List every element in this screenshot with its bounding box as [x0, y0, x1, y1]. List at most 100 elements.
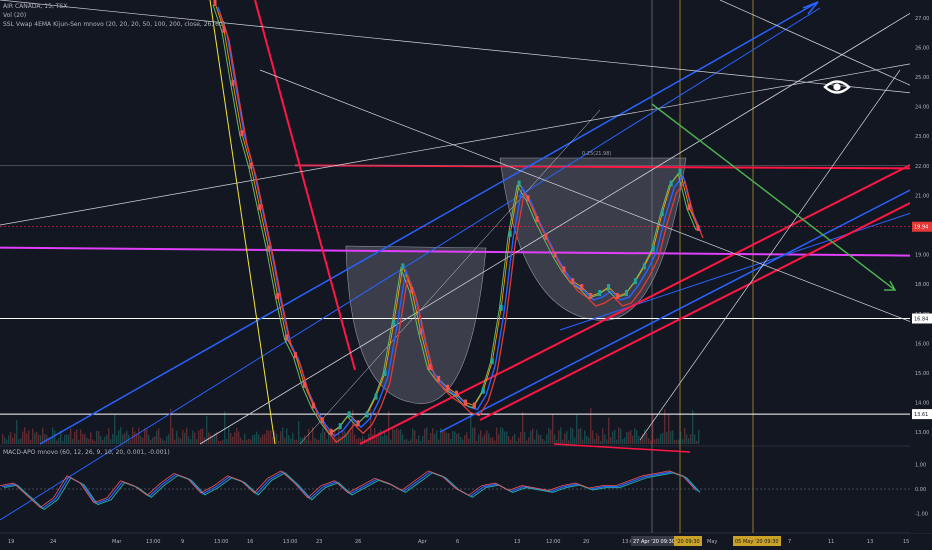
price-tick-11: 16.00 — [915, 341, 929, 347]
volume-bar — [174, 439, 176, 444]
time-tick-0: 19 — [8, 539, 14, 545]
volume-bar — [178, 437, 180, 444]
volume-bar — [474, 427, 476, 444]
candle-16 — [356, 420, 360, 427]
volume-bar — [436, 430, 438, 444]
volume-bar — [322, 427, 324, 444]
volume-bar — [496, 427, 498, 444]
volume-bar — [532, 428, 534, 444]
volume-bar — [400, 429, 402, 444]
volume-bar — [598, 435, 600, 444]
time-tick-9: 26 — [355, 539, 361, 545]
candle-39 — [562, 266, 566, 273]
volume-bar — [520, 431, 522, 444]
volume-bar — [18, 439, 20, 444]
volume-bar — [154, 436, 156, 444]
volume-bar — [470, 414, 472, 444]
volume-bar — [418, 435, 420, 444]
volume-bar — [682, 439, 684, 444]
volume-bar — [28, 430, 30, 444]
volume-bar — [526, 440, 528, 444]
volume-bar — [272, 437, 274, 444]
volume-bar — [132, 427, 134, 444]
volume-bar — [82, 434, 84, 444]
volume-bar — [404, 439, 406, 444]
candle-48 — [642, 263, 646, 270]
volume-bar — [100, 435, 102, 444]
volume-bar — [310, 440, 312, 444]
volume-bar — [394, 429, 396, 444]
candle-26 — [446, 384, 450, 391]
candle-3 — [240, 130, 244, 137]
candle-50 — [660, 210, 664, 217]
candle-24 — [428, 364, 432, 371]
candle-13 — [329, 429, 333, 436]
volume-legend: Vol (20) — [3, 12, 27, 19]
volume-bar — [678, 439, 680, 444]
volume-bar — [256, 431, 258, 444]
volume-bar — [252, 435, 254, 444]
price-tick-3: 24.00 — [915, 105, 929, 111]
volume-bar — [316, 439, 318, 444]
time-tick-10: Apr — [418, 539, 428, 545]
volume-bar — [534, 439, 536, 444]
volume-bar — [414, 430, 416, 444]
volume-bar — [398, 429, 400, 444]
volume-bar — [422, 436, 424, 444]
candle-19 — [383, 369, 387, 376]
price-chart[interactable]: 27.0026.0025.0024.0023.0022.0021.0020.00… — [0, 0, 932, 550]
volume-bar — [26, 433, 28, 444]
candle-17 — [365, 411, 369, 418]
volume-bar — [86, 437, 88, 444]
volume-bar — [156, 430, 158, 444]
volume-bar — [286, 428, 288, 444]
volume-bar — [262, 434, 264, 444]
volume-bar — [108, 428, 110, 444]
volume-bar — [290, 438, 292, 444]
volume-bar — [452, 431, 454, 444]
volume-bar — [276, 434, 278, 444]
candle-33 — [508, 230, 512, 237]
candle-49 — [651, 245, 655, 252]
volume-bar — [440, 427, 442, 444]
time-tick-8: 23 — [316, 539, 322, 545]
candle-44 — [607, 284, 611, 291]
volume-bar — [332, 438, 334, 444]
volume-bar — [442, 431, 444, 444]
volume-bar — [458, 433, 460, 444]
price-tick-9: 18.00 — [915, 282, 929, 288]
volume-bar — [592, 430, 594, 444]
volume-bar — [220, 440, 222, 444]
volume-bar — [482, 436, 484, 444]
volume-bar — [166, 436, 168, 444]
volume-bar — [498, 434, 500, 444]
candle-20 — [392, 319, 396, 326]
candle-54 — [696, 224, 700, 231]
volume-bar — [688, 438, 690, 444]
volume-bar — [146, 429, 148, 444]
volume-bar — [460, 436, 462, 444]
time-tick-6: 16 — [247, 539, 253, 545]
volume-bar — [120, 427, 122, 444]
candle-2 — [231, 79, 235, 86]
volume-bar — [10, 431, 12, 444]
time-after-4: 15 — [903, 539, 909, 545]
volume-bar — [468, 438, 470, 444]
volume-bar — [444, 430, 446, 444]
volume-bar — [44, 434, 46, 444]
volume-bar — [466, 432, 468, 444]
candle-41 — [580, 284, 584, 291]
volume-bar — [176, 430, 178, 444]
candle-40 — [571, 278, 575, 285]
volume-bar — [476, 440, 478, 444]
volume-bar — [164, 440, 166, 444]
volume-bar — [684, 427, 686, 444]
volume-bar — [584, 430, 586, 444]
time-highlight-1: '20 09:30 — [676, 539, 700, 545]
volume-bar — [184, 432, 186, 444]
volume-bar — [284, 437, 286, 444]
eye-icon[interactable] — [823, 76, 851, 98]
volume-bar — [614, 429, 616, 444]
volume-bar — [318, 439, 320, 444]
volume-bar — [282, 427, 284, 444]
